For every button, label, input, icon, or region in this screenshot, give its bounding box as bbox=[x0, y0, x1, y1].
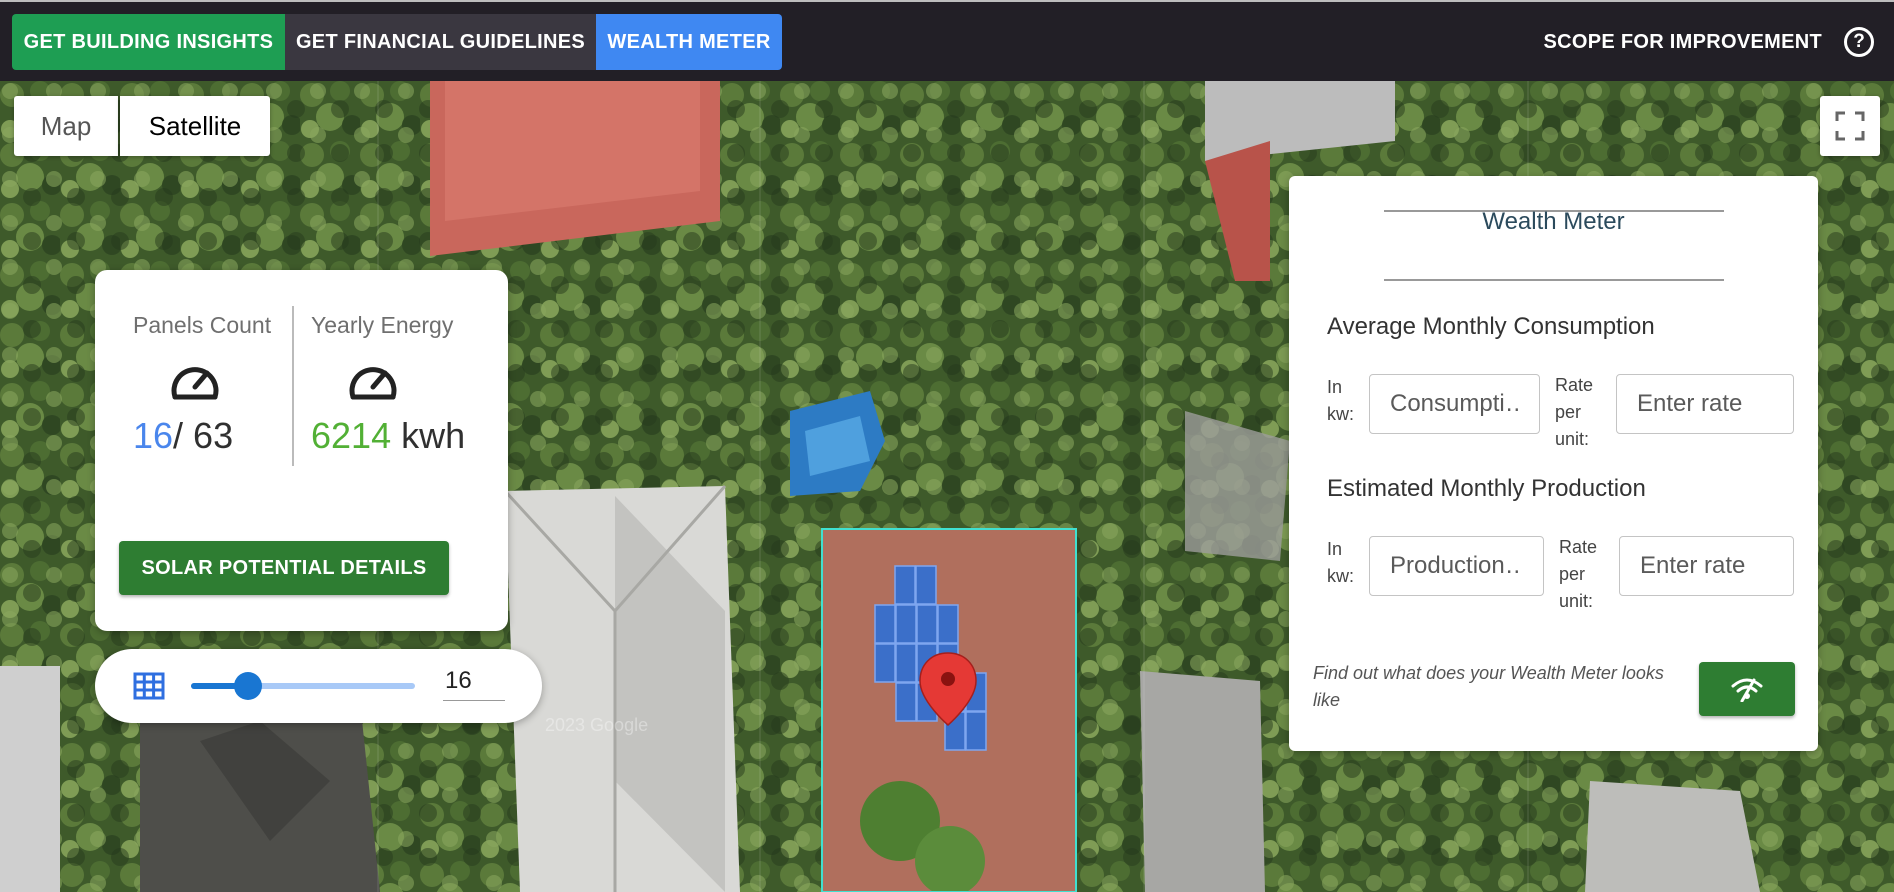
panels-total: / 63 bbox=[173, 415, 234, 456]
panels-count-value: 16/ 63 bbox=[133, 415, 271, 457]
fullscreen-icon bbox=[1835, 111, 1865, 141]
solar-stats-card: Panels Count 16/ 63 Yearly Energy 6214 k… bbox=[95, 270, 508, 631]
yearly-energy-value: 6214 kwh bbox=[311, 415, 465, 457]
speedometer-icon bbox=[349, 367, 397, 400]
fullscreen-button[interactable] bbox=[1820, 96, 1880, 156]
scope-for-improvement-link[interactable]: SCOPE FOR IMPROVEMENT bbox=[1543, 14, 1822, 70]
map-type-satellite-button[interactable]: Satellite bbox=[120, 96, 270, 156]
yearly-energy-label: Yearly Energy bbox=[311, 312, 454, 338]
consumption-rate-input[interactable] bbox=[1616, 374, 1794, 434]
slider-track[interactable] bbox=[191, 683, 415, 689]
grid-icon bbox=[133, 672, 165, 700]
avg-consumption-heading: Average Monthly Consumption bbox=[1327, 313, 1655, 340]
production-rate-label: Rate per unit: bbox=[1559, 537, 1598, 611]
consumption-rate-label: Rate per unit: bbox=[1555, 375, 1594, 449]
show-wealth-meter-button[interactable] bbox=[1699, 662, 1795, 716]
consumption-kw-input[interactable] bbox=[1369, 374, 1540, 434]
est-production-heading: Estimated Monthly Production bbox=[1327, 475, 1646, 502]
map-type-control: Map Satellite bbox=[14, 96, 270, 156]
solar-potential-details-button[interactable]: SOLAR POTENTIAL DETAILS bbox=[119, 541, 449, 595]
speedometer-icon bbox=[171, 367, 219, 400]
panel-count-input[interactable]: 16 bbox=[443, 667, 505, 701]
consumption-in-kw-label: In kw: bbox=[1327, 377, 1354, 424]
wealth-meter-prompt: Find out what does your Wealth Meter loo… bbox=[1313, 663, 1664, 710]
tab-get-building-insights[interactable]: GET BUILDING INSIGHTS bbox=[12, 14, 285, 70]
wealth-meter-title: Wealth Meter bbox=[1482, 208, 1625, 235]
tab-wealth-meter[interactable]: WEALTH METER bbox=[596, 14, 782, 70]
signal-icon bbox=[1731, 678, 1763, 702]
slider-thumb[interactable] bbox=[233, 672, 262, 700]
help-icon[interactable]: ? bbox=[1844, 27, 1874, 57]
production-kw-input[interactable] bbox=[1369, 536, 1544, 596]
yearly-energy-number: 6214 bbox=[311, 415, 392, 456]
title-bottom-rule bbox=[1384, 279, 1724, 281]
panel-count-slider-control: 16 bbox=[95, 649, 542, 723]
wealth-meter-card: Wealth Meter Average Monthly Consumption… bbox=[1289, 176, 1818, 751]
stats-divider bbox=[292, 306, 294, 466]
map-type-map-button[interactable]: Map bbox=[14, 96, 118, 156]
yearly-energy-stat: Yearly Energy 6214 kwh bbox=[311, 312, 465, 457]
production-rate-input[interactable] bbox=[1619, 536, 1794, 596]
yearly-energy-unit: kwh bbox=[391, 415, 466, 456]
panels-count-stat: Panels Count 16/ 63 bbox=[133, 312, 271, 457]
panels-current: 16 bbox=[133, 415, 174, 456]
tab-get-financial-guidelines[interactable]: GET FINANCIAL GUIDELINES bbox=[285, 14, 596, 70]
panels-count-label: Panels Count bbox=[133, 312, 272, 338]
top-nav-bar: GET BUILDING INSIGHTS GET FINANCIAL GUID… bbox=[0, 0, 1894, 81]
map-watermark: 2023 Google bbox=[545, 715, 648, 735]
production-in-kw-label: In kw: bbox=[1327, 539, 1354, 586]
